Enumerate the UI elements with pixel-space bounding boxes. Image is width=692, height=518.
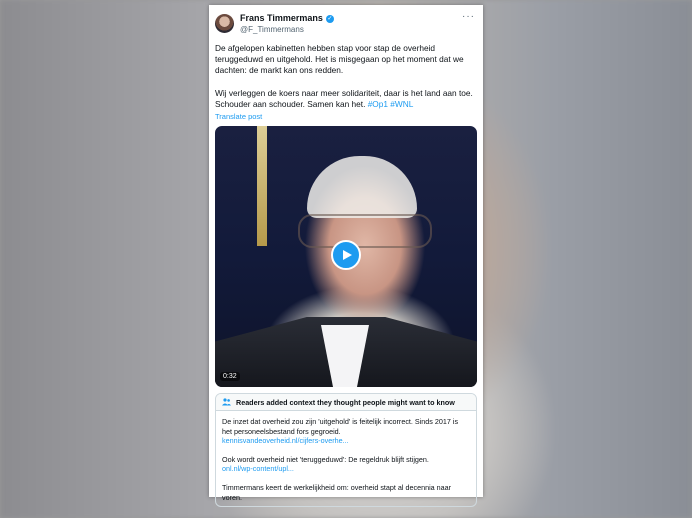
post-paragraph-1: De afgelopen kabinetten hebben stap voor… bbox=[215, 43, 464, 76]
video-frame-detail bbox=[307, 156, 417, 219]
author-handle[interactable]: @F_Timmermans bbox=[240, 24, 462, 35]
post-text: De afgelopen kabinetten hebben stap voor… bbox=[215, 43, 475, 110]
hashtag-wnl[interactable]: #WNL bbox=[390, 99, 413, 109]
note-item-2-text: Ook wordt overheid niet 'teruggeduwd': D… bbox=[222, 454, 429, 464]
more-options-icon[interactable]: ··· bbox=[462, 11, 475, 22]
post-card: Frans Timmermans ✓ @F_Timmermans ··· De … bbox=[209, 5, 483, 508]
video-player[interactable]: 0:32 bbox=[215, 126, 477, 388]
video-frame-detail bbox=[298, 214, 432, 249]
video-duration: 0:32 bbox=[220, 372, 240, 382]
community-note: Readers added context they thought peopl… bbox=[215, 393, 477, 508]
note-item-1-text: De inzet dat overheid zou zijn 'uitgehol… bbox=[222, 417, 459, 436]
post-paragraph-2: Wij verleggen de koers naar meer solidar… bbox=[215, 88, 475, 110]
post-paragraph-2-text: Wij verleggen de koers naar meer solidar… bbox=[215, 87, 473, 109]
author-name-row: Frans Timmermans ✓ bbox=[240, 13, 462, 24]
note-item-1: De inzet dat overheid zou zijn 'uitgehol… bbox=[222, 417, 470, 446]
author-name[interactable]: Frans Timmermans bbox=[240, 13, 323, 24]
note-item-2: Ook wordt overheid niet 'teruggeduwd': D… bbox=[222, 455, 470, 474]
note-item-2-link[interactable]: onl.nl/wp-content/upl... bbox=[222, 464, 294, 473]
studio-light bbox=[257, 126, 267, 247]
community-note-header: Readers added context they thought peopl… bbox=[216, 394, 476, 412]
verified-badge-icon: ✓ bbox=[325, 14, 334, 23]
note-item-3: Timmermans keert de werkelijkheid om: ov… bbox=[222, 482, 452, 502]
avatar[interactable] bbox=[215, 14, 234, 33]
play-icon bbox=[343, 250, 352, 261]
play-button[interactable] bbox=[331, 240, 361, 271]
post-header: Frans Timmermans ✓ @F_Timmermans ··· bbox=[215, 11, 475, 39]
author-block: Frans Timmermans ✓ @F_Timmermans bbox=[240, 13, 462, 35]
hashtag-op1[interactable]: #Op1 bbox=[368, 99, 388, 109]
translate-post-link[interactable]: Translate post bbox=[215, 112, 475, 121]
community-note-title: Readers added context they thought peopl… bbox=[236, 397, 455, 407]
note-item-1-link[interactable]: kennisvandeoverheid.nl/cijfers-overhe... bbox=[222, 436, 349, 445]
people-icon bbox=[222, 398, 231, 406]
community-note-body: De inzet dat overheid zou zijn 'uitgehol… bbox=[216, 411, 476, 506]
